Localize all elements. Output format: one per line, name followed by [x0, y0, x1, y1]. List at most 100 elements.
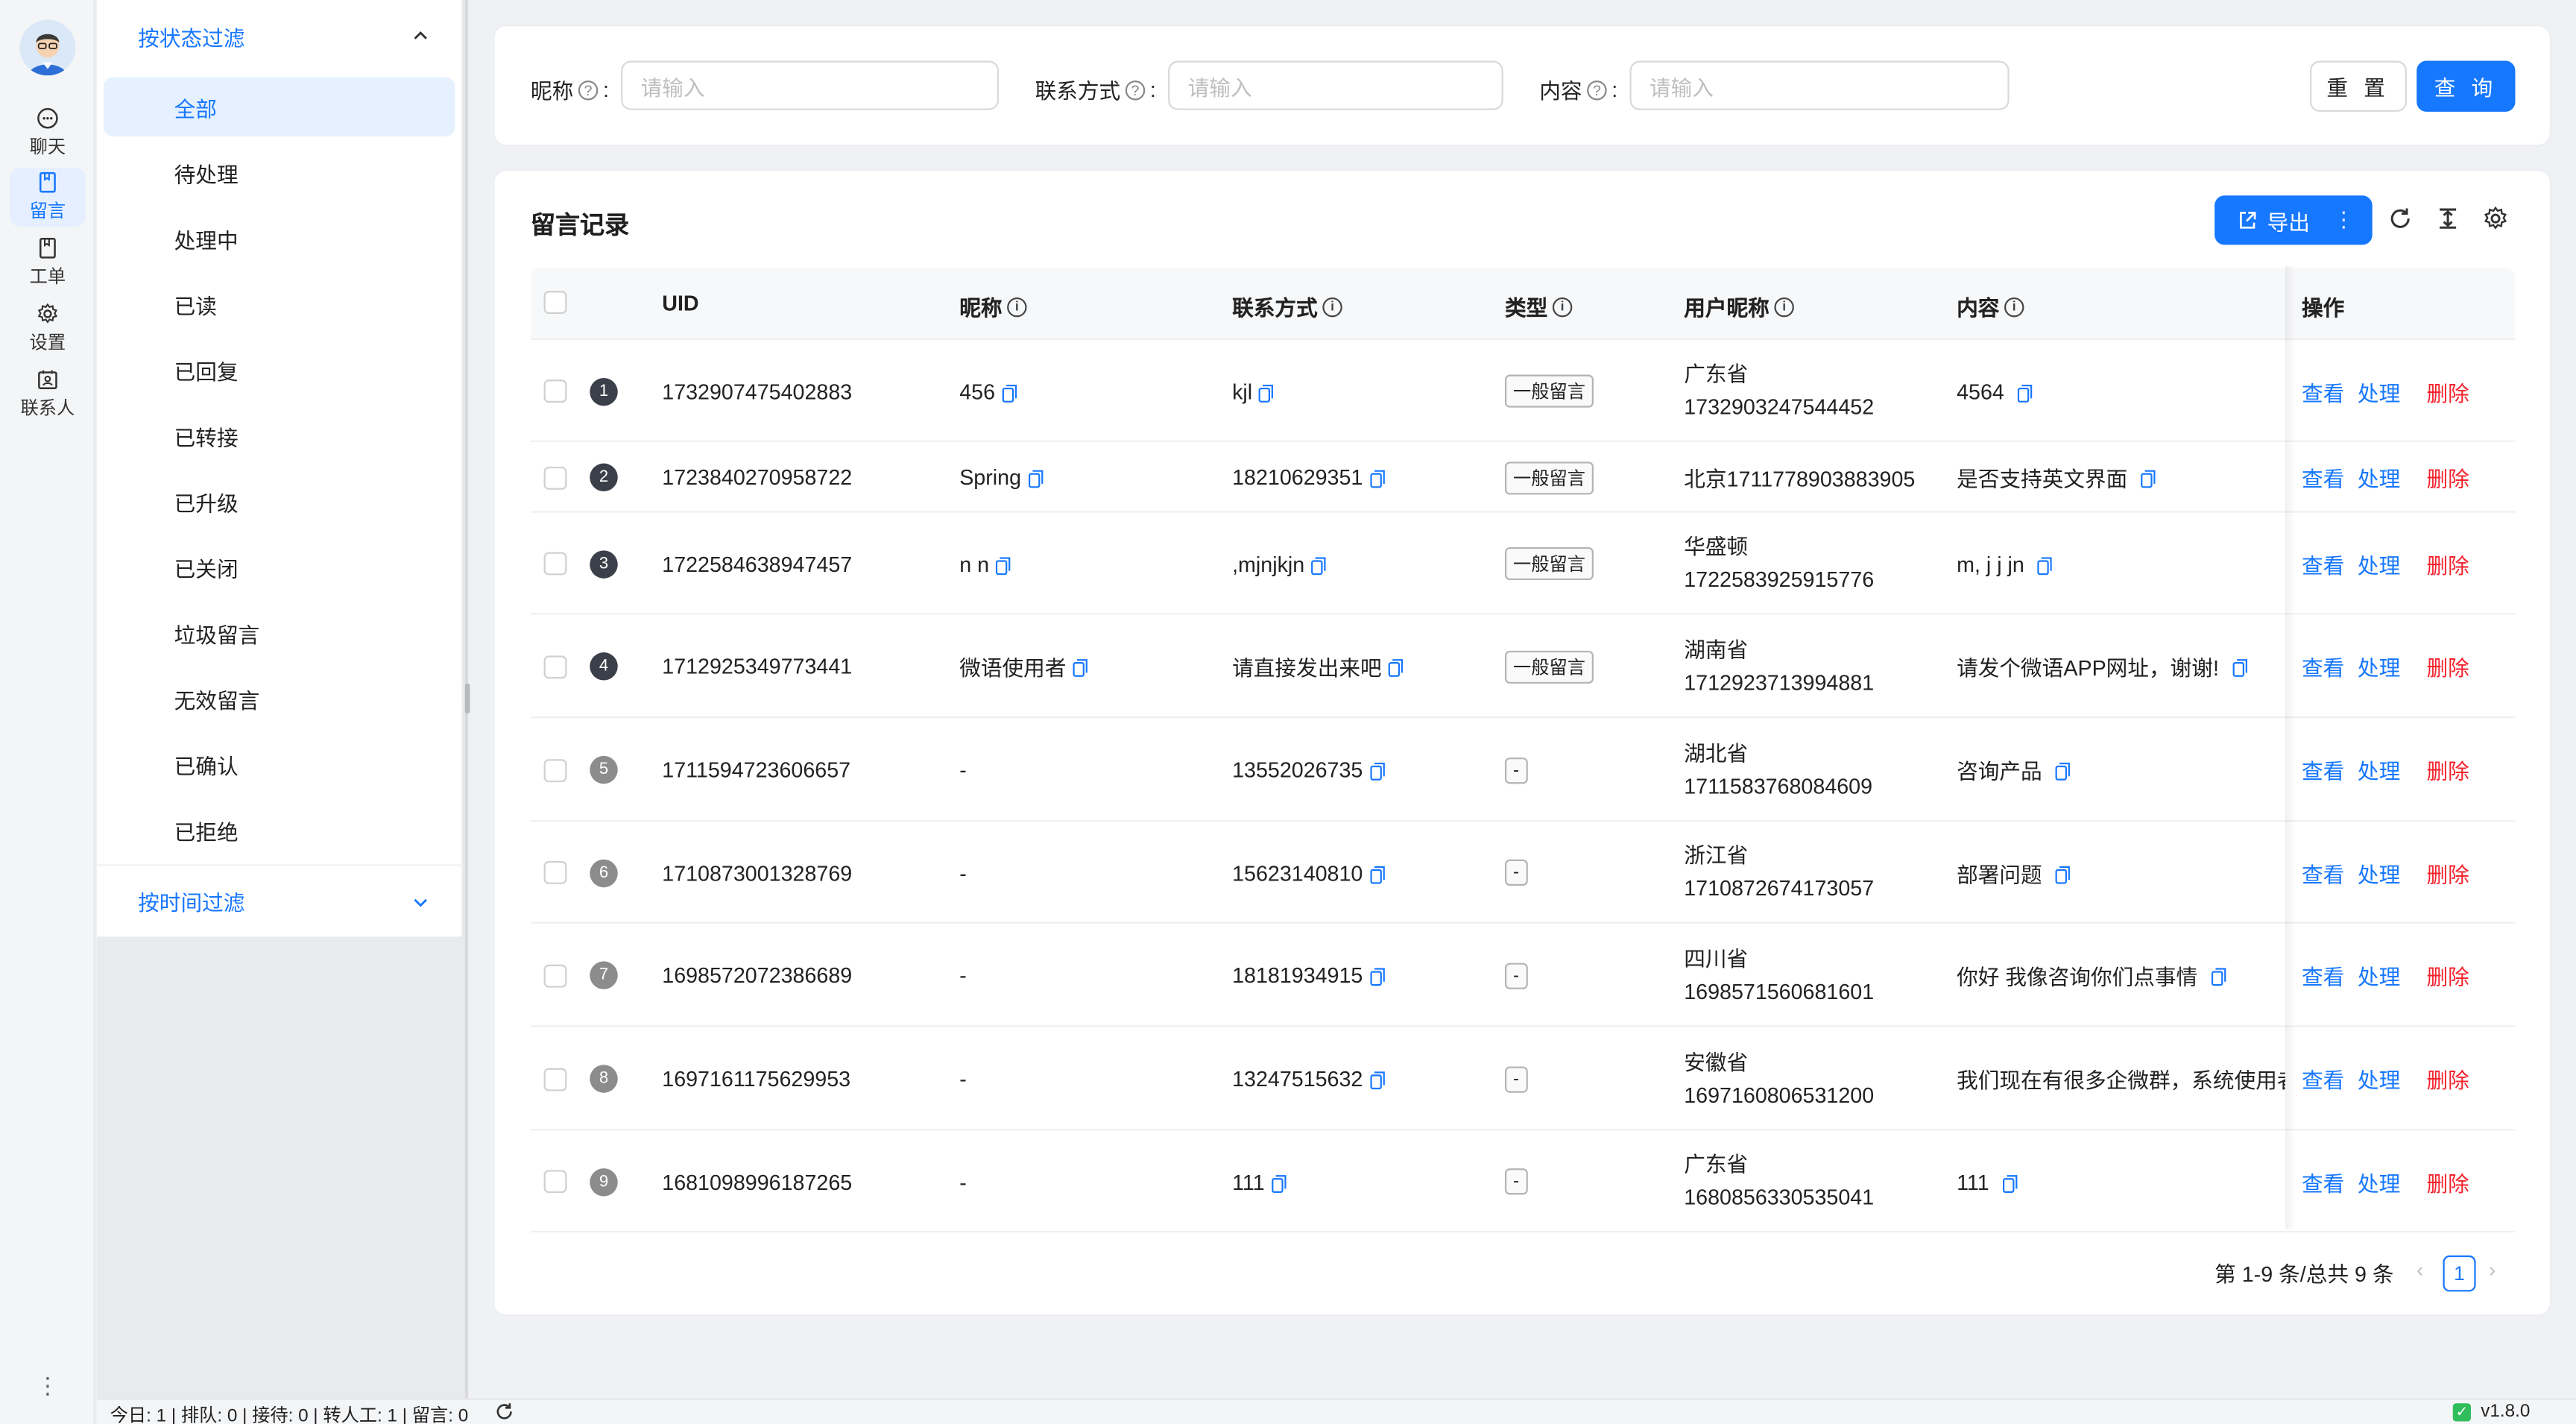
copy-icon[interactable] — [1388, 658, 1404, 677]
reset-button[interactable]: 重 置 — [2309, 60, 2408, 112]
status-item-closed[interactable]: 已关闭 — [104, 538, 455, 596]
row-checkbox[interactable] — [543, 655, 567, 678]
copy-icon[interactable] — [1369, 966, 1384, 986]
export-more-icon[interactable]: ⋮ — [2333, 207, 2355, 233]
copy-icon[interactable] — [1259, 382, 1274, 402]
row-checkbox[interactable] — [543, 552, 567, 576]
row-checkbox[interactable] — [543, 1067, 567, 1091]
status-item-pending[interactable]: 待处理 — [104, 143, 455, 202]
row-checkbox[interactable] — [543, 963, 567, 987]
copy-icon[interactable] — [2232, 658, 2247, 677]
copy-icon[interactable] — [1369, 760, 1384, 781]
row-checkbox[interactable] — [543, 1170, 567, 1194]
handle-link[interactable]: 处理 — [2358, 376, 2400, 407]
view-link[interactable]: 查看 — [2302, 461, 2344, 493]
copy-icon[interactable] — [2141, 468, 2156, 488]
status-item-replied[interactable]: 已回复 — [104, 340, 455, 399]
handle-link[interactable]: 处理 — [2358, 1166, 2400, 1197]
view-link[interactable]: 查看 — [2302, 376, 2344, 407]
table-row[interactable]: 6 1710873001328769 - 15623140810 - 浙江省 1710872… — [530, 822, 2516, 924]
row-checkbox[interactable] — [543, 860, 567, 884]
delete-link[interactable]: 删除 — [2427, 376, 2469, 407]
column-nickname[interactable]: 昵称 i — [959, 291, 1027, 322]
status-item-spam[interactable]: 垃圾留言 — [104, 603, 455, 662]
row-checkbox[interactable] — [543, 379, 567, 403]
delete-link[interactable]: 删除 — [2427, 651, 2469, 682]
column-settings-icon[interactable] — [2482, 206, 2508, 232]
status-item-processing[interactable]: 处理中 — [104, 209, 455, 268]
status-item-all[interactable]: 全部 — [103, 77, 455, 136]
copy-icon[interactable] — [2037, 555, 2053, 575]
delete-link[interactable]: 删除 — [2427, 960, 2469, 991]
view-link[interactable]: 查看 — [2302, 548, 2344, 579]
view-link[interactable]: 查看 — [2302, 1166, 2344, 1197]
row-checkbox[interactable] — [543, 465, 567, 489]
info-icon[interactable]: i — [1007, 296, 1027, 317]
more-icon[interactable]: ⋮ — [36, 1372, 59, 1398]
copy-icon[interactable] — [1073, 658, 1087, 677]
time-filter-header[interactable]: 按时间过滤 — [97, 864, 462, 936]
page-number-button[interactable]: 1 — [2443, 1255, 2476, 1292]
contact-input[interactable]: 请输入 — [1168, 60, 1503, 110]
copy-icon[interactable] — [2055, 863, 2070, 883]
copy-icon[interactable] — [996, 555, 1011, 575]
handle-link[interactable]: 处理 — [2358, 754, 2400, 786]
column-contact[interactable]: 联系方式 i — [1232, 291, 1342, 322]
refresh-icon[interactable] — [2387, 206, 2414, 232]
view-link[interactable]: 查看 — [2302, 754, 2344, 786]
copy-icon[interactable] — [1311, 555, 1326, 575]
status-item-read[interactable]: 已读 — [104, 274, 455, 333]
copy-icon[interactable] — [1369, 468, 1384, 488]
table-row[interactable]: 2 1723840270958722 Spring 18210629351 一般留言 北京… — [530, 442, 2516, 513]
status-item-transferred[interactable]: 已转接 — [104, 406, 455, 464]
handle-link[interactable]: 处理 — [2358, 548, 2400, 579]
info-icon[interactable]: i — [1322, 296, 1342, 317]
handle-link[interactable]: 处理 — [2358, 960, 2400, 991]
nickname-input[interactable]: 请输入 — [621, 60, 1000, 110]
table-row[interactable]: 3 1722584638947457 n n ,mjnjkjn 一般留言 华盛顿 17225… — [530, 513, 2516, 615]
avatar[interactable] — [19, 19, 76, 76]
copy-icon[interactable] — [2055, 760, 2070, 781]
table-row[interactable]: 8 1697161175629953 - 13247515632 - 安徽省 1697160… — [530, 1027, 2516, 1131]
delete-link[interactable]: 删除 — [2427, 857, 2469, 888]
query-button[interactable]: 查 询 — [2416, 60, 2516, 112]
status-item-rejected[interactable]: 已拒绝 — [104, 800, 455, 859]
table-row[interactable]: 5 1711594723606657 - 13552026735 - 湖北省 1711583… — [530, 718, 2516, 822]
column-type[interactable]: 类型 i — [1505, 291, 1573, 322]
density-icon[interactable] — [2434, 206, 2460, 232]
help-icon[interactable]: ? — [1125, 79, 1146, 100]
select-all-checkbox[interactable] — [543, 291, 567, 314]
delete-link[interactable]: 删除 — [2427, 548, 2469, 579]
rail-item-ticket[interactable]: 工单 — [10, 233, 85, 292]
column-content[interactable]: 内容 i — [1957, 291, 2024, 322]
view-link[interactable]: 查看 — [2302, 857, 2344, 888]
help-icon[interactable]: ? — [1587, 79, 1607, 100]
column-user-nickname[interactable]: 用户昵称 i — [1684, 291, 1794, 322]
view-link[interactable]: 查看 — [2302, 1063, 2344, 1094]
copy-icon[interactable] — [2211, 966, 2226, 986]
rail-item-settings[interactable]: 设置 — [10, 299, 85, 358]
copy-icon[interactable] — [1369, 863, 1384, 883]
handle-link[interactable]: 处理 — [2358, 651, 2400, 682]
refresh-icon[interactable] — [494, 1402, 514, 1421]
info-icon[interactable]: i — [1774, 296, 1794, 317]
delete-link[interactable]: 删除 — [2427, 1166, 2469, 1197]
copy-icon[interactable] — [2002, 1173, 2017, 1192]
next-page-icon[interactable]: › — [2489, 1258, 2496, 1282]
handle-link[interactable]: 处理 — [2358, 461, 2400, 493]
table-row[interactable]: 9 1681098996187265 - 111 - 广东省 168085633053504… — [530, 1130, 2516, 1233]
status-filter-header[interactable]: 按状态过滤 — [97, 0, 461, 72]
table-row[interactable]: 1 1732907475402883 456 kjl 一般留言 广东省 1732903247… — [530, 340, 2516, 442]
column-uid[interactable]: UID — [662, 291, 698, 315]
status-item-confirmed[interactable]: 已确认 — [104, 734, 455, 793]
rail-item-chat[interactable]: 聊天 — [10, 104, 85, 163]
content-input[interactable]: 请输入 — [1629, 60, 2010, 110]
delete-link[interactable]: 删除 — [2427, 1063, 2469, 1094]
rail-item-message[interactable]: 留言 — [10, 167, 86, 227]
copy-icon[interactable] — [1271, 1173, 1287, 1192]
copy-icon[interactable] — [2017, 382, 2033, 402]
delete-link[interactable]: 删除 — [2427, 461, 2469, 493]
copy-icon[interactable] — [1028, 468, 1043, 488]
view-link[interactable]: 查看 — [2302, 960, 2344, 991]
status-item-escalated[interactable]: 已升级 — [104, 472, 455, 531]
